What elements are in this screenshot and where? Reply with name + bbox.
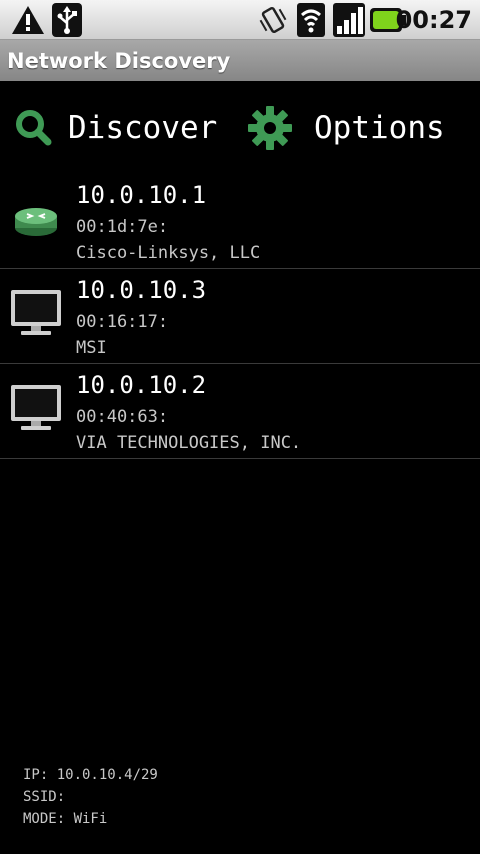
device-mac: 00:1d:7e: — [76, 217, 169, 237]
options-button[interactable]: Options — [246, 96, 445, 160]
device-mac: 00:40:63: — [76, 407, 169, 427]
app-title-bar: Network Discovery — [0, 40, 480, 81]
device-list: 10.0.10.1 00:1d:7e: Cisco-Linksys, LLC 1… — [0, 174, 480, 459]
device-vendor: VIA TECHNOLOGIES, INC. — [76, 433, 302, 453]
usb-icon — [50, 0, 84, 40]
device-mac: 00:16:17: — [76, 312, 169, 332]
search-icon — [14, 108, 54, 148]
ip-info: IP: 10.0.10.4/29 — [23, 767, 158, 783]
router-icon — [10, 192, 62, 244]
mode-info: MODE: WiFi — [23, 811, 108, 827]
status-bar: 00:27 — [0, 0, 480, 40]
list-item[interactable]: 10.0.10.2 00:40:63: VIA TECHNOLOGIES, IN… — [0, 364, 480, 459]
discover-label: Discover — [68, 110, 218, 146]
device-ip: 10.0.10.1 — [76, 181, 207, 209]
list-item[interactable]: 10.0.10.1 00:1d:7e: Cisco-Linksys, LLC — [0, 174, 480, 269]
network-info: IP: 10.0.10.4/29 SSID: MODE: WiFi — [23, 764, 158, 830]
wifi-icon — [296, 0, 326, 40]
device-ip: 10.0.10.3 — [76, 276, 207, 304]
list-item[interactable]: 10.0.10.3 00:16:17: MSI — [0, 269, 480, 364]
clock: 00:27 — [395, 6, 472, 34]
vibrate-icon — [256, 0, 290, 40]
ssid-info: SSID: — [23, 789, 66, 805]
device-vendor: Cisco-Linksys, LLC — [76, 243, 261, 263]
app-title: Network Discovery — [7, 48, 231, 73]
options-label: Options — [314, 110, 445, 146]
discover-button[interactable]: Discover — [14, 96, 217, 160]
warning-icon — [10, 0, 46, 40]
device-ip: 10.0.10.2 — [76, 371, 207, 399]
monitor-icon — [10, 287, 62, 339]
monitor-icon — [10, 382, 62, 434]
signal-icon — [332, 0, 366, 40]
toolbar: Discover Options — [0, 96, 480, 160]
gear-icon — [246, 104, 294, 152]
device-vendor: MSI — [76, 338, 107, 358]
